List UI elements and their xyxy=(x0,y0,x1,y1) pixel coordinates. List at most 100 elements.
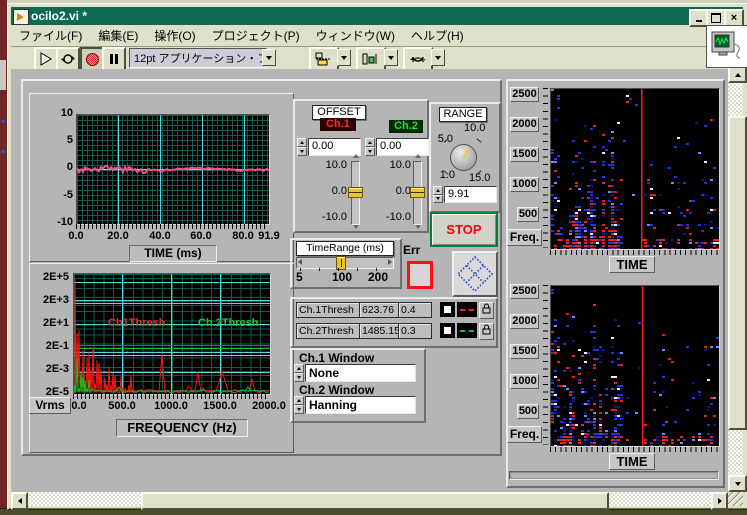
ch1-window-select[interactable]: None xyxy=(305,364,416,382)
ch2-window-select[interactable]: Hanning xyxy=(305,396,416,414)
scroll-right-button[interactable] xyxy=(711,492,728,510)
menu-project[interactable]: プロジェクト(P) xyxy=(204,25,308,46)
freq-chart-title: FREQUENCY (Hz) xyxy=(116,419,248,437)
cursor2-line-display[interactable] xyxy=(457,323,477,338)
vi-icon[interactable] xyxy=(706,25,747,68)
align-objects-button[interactable] xyxy=(309,47,339,71)
pause-button[interactable] xyxy=(102,47,126,71)
cursor2-y-value[interactable]: 0.3 xyxy=(398,323,432,339)
offset-ch2-value[interactable]: 0.00 xyxy=(376,138,429,156)
horizontal-scrollbar-thumb[interactable] xyxy=(141,492,609,510)
slider-scale-label: -10.0 xyxy=(379,211,411,223)
stop-button[interactable]: STOP xyxy=(430,212,498,247)
vertical-scrollbar[interactable] xyxy=(728,66,743,492)
font-selector-dropdown-button[interactable] xyxy=(262,49,276,66)
scroll-down-button[interactable] xyxy=(728,475,747,492)
slider-top-arrow[interactable] xyxy=(353,154,359,158)
distribute-objects-dropdown-button[interactable] xyxy=(384,49,398,66)
labview-app-icon[interactable] xyxy=(13,9,29,25)
x-tick-label: 0.0 xyxy=(58,230,94,242)
timerange-group: TimeRange (ms) 5 100 200 xyxy=(290,238,402,289)
cursor-line-sample xyxy=(460,309,474,311)
horizontal-scrollbar[interactable] xyxy=(11,492,728,506)
slider-scale-label: 10.0 xyxy=(379,159,411,171)
menu-edit[interactable]: 編集(E) xyxy=(90,25,146,46)
align-objects-dropdown-button[interactable] xyxy=(337,49,351,66)
cursor1-lock-button[interactable] xyxy=(479,302,494,319)
run-continuous-button[interactable] xyxy=(56,47,80,71)
ch2-window-label: Ch.2 Window xyxy=(299,383,374,397)
diamond-button[interactable] xyxy=(452,251,498,297)
spectro2-x-axis-label: TIME xyxy=(609,453,655,470)
range-value[interactable]: 9.91 xyxy=(444,186,497,203)
labview-arrow-glyph xyxy=(17,13,24,21)
cursor1-name[interactable]: Ch.1Thresh xyxy=(296,302,360,318)
spectro1-x-axis-label: TIME xyxy=(609,256,655,273)
slider-top-arrow[interactable] xyxy=(415,154,421,158)
menu-file[interactable]: ファイル(F) xyxy=(11,25,90,46)
y-tick-label: 2E-1 xyxy=(29,340,69,352)
distribute-objects-icon xyxy=(362,52,380,66)
diamond-pattern-icon xyxy=(456,255,494,293)
cursor2-style-button[interactable] xyxy=(440,323,455,338)
offset-ch2-slider-handle[interactable] xyxy=(410,187,425,198)
spectro1-x-ticks xyxy=(550,250,718,255)
y-tick-label: 5 xyxy=(35,134,73,146)
reorder-button[interactable] xyxy=(403,47,433,71)
spectro-scroll-decoration[interactable] xyxy=(509,471,719,480)
slider-bottom-arrow[interactable] xyxy=(353,225,359,229)
ch2-window-spinner[interactable] xyxy=(294,396,304,414)
slider-right-arrow[interactable] xyxy=(388,259,392,265)
menu-help[interactable]: ヘルプ(H) xyxy=(403,25,472,46)
freq-chart-plot: Ch1Thresh Ch.2Thresh xyxy=(73,273,271,395)
timerange-title: TimeRange (ms) xyxy=(296,241,394,256)
spectro1-y-tick: 1000 xyxy=(510,177,539,192)
spectro2-x-ticks xyxy=(550,447,718,452)
cursor1-x-value[interactable]: 623.76 xyxy=(359,302,399,318)
abort-button[interactable] xyxy=(80,47,104,71)
slider-bottom-arrow[interactable] xyxy=(415,225,421,229)
waveform-trace xyxy=(77,115,269,224)
cursor2-lock-button[interactable] xyxy=(479,323,494,340)
scroll-left-button[interactable] xyxy=(11,492,28,510)
spectro2-y-tick: 2500 xyxy=(510,284,539,299)
run-button[interactable] xyxy=(34,47,58,71)
distribute-objects-button[interactable] xyxy=(356,47,386,71)
resize-grip[interactable] xyxy=(728,492,743,506)
dial-tick xyxy=(476,138,481,143)
spectro2-y-tick: 2000 xyxy=(510,314,539,329)
cursor1-style-button[interactable] xyxy=(440,302,455,317)
desktop: ocilo2.vi * × ファイル(F) 編集(E) 操作(O) プロジェクト… xyxy=(0,0,747,515)
offset-ch1-slider-handle[interactable] xyxy=(348,187,363,198)
spectrum-traces xyxy=(74,274,270,394)
spectro1-y-tick: 1500 xyxy=(510,147,539,162)
x-tick-label: 1000.0 xyxy=(149,400,193,412)
x-tick-label: 91.9 xyxy=(251,230,287,242)
menu-window[interactable]: ウィンドウ(W) xyxy=(308,25,403,46)
font-selector[interactable]: 12pt アプリケーション・フォント xyxy=(129,48,267,68)
chevron-down-icon xyxy=(341,56,347,60)
range-spinner[interactable] xyxy=(433,186,443,203)
menu-operate[interactable]: 操作(O) xyxy=(146,25,203,46)
range-knob[interactable] xyxy=(450,144,477,171)
cursor2-x-value[interactable]: 1485.15 xyxy=(359,323,399,339)
background-fragment xyxy=(1,150,5,153)
lock-icon xyxy=(482,324,491,335)
vertical-scrollbar-thumb[interactable] xyxy=(728,116,747,430)
stop-button-label: STOP xyxy=(446,222,481,237)
cursor1-line-display[interactable] xyxy=(457,302,477,317)
window-title: ocilo2.vi * xyxy=(31,9,87,23)
title-bar[interactable]: ocilo2.vi * × xyxy=(11,7,743,25)
spectro2-y-tick: 1500 xyxy=(510,344,539,359)
ch1-window-spinner[interactable] xyxy=(294,364,304,382)
offset-ch2-spinner[interactable] xyxy=(365,138,375,156)
cursor2-name[interactable]: Ch.2Thresh xyxy=(296,323,360,339)
ch1-window-label: Ch.1 Window xyxy=(299,351,374,365)
app-window: ocilo2.vi * × ファイル(F) 編集(E) 操作(O) プロジェクト… xyxy=(7,3,747,510)
slider-left-arrow[interactable] xyxy=(298,259,302,265)
offset-ch1-spinner[interactable] xyxy=(297,138,307,156)
cursor1-y-value[interactable]: 0.4 xyxy=(398,302,432,318)
offset-group: OFFSET Ch.1 Ch.2 0.00 0.00 10.0 0.0 -10.… xyxy=(293,99,429,233)
y-tick-label: 10 xyxy=(35,107,73,119)
reorder-dropdown-button[interactable] xyxy=(431,49,445,66)
